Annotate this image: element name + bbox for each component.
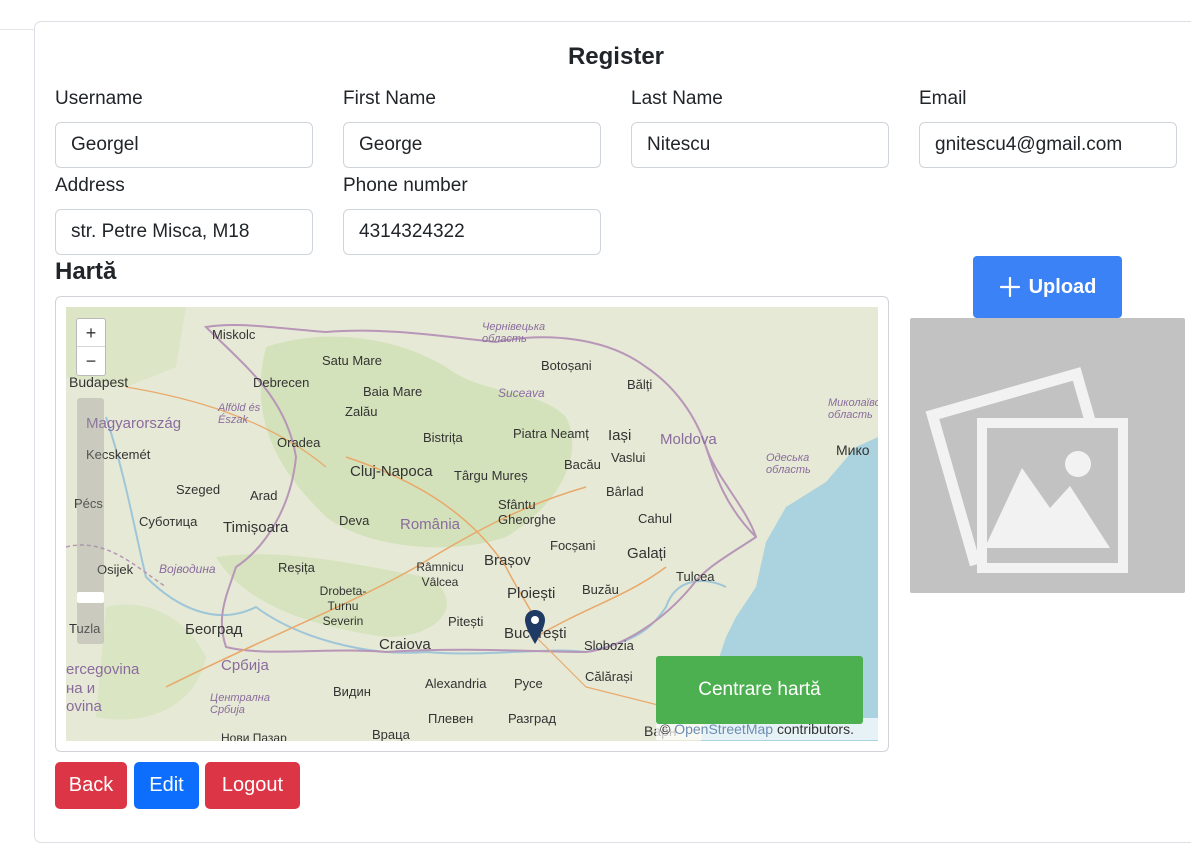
location-marker-icon[interactable]: [524, 609, 546, 645]
map-label-ramnicu-valcea: Râmnicu Vâlcea: [416, 560, 464, 589]
username-label: Username: [55, 88, 143, 109]
map-label-herzegovina: ercegovina: [66, 661, 140, 678]
edit-button[interactable]: Edit: [134, 762, 199, 809]
map-zoom-control: + −: [76, 318, 106, 376]
map-label-chernivtsi: Чернівецька область: [482, 321, 546, 345]
map-heading: Hartă: [55, 258, 117, 285]
first-name-field[interactable]: [343, 122, 601, 168]
map-label-ploiesti: Ploiești: [507, 585, 556, 602]
map-label-odesa: Одеська область: [766, 452, 811, 476]
map-label-calarasi: Călărași: [585, 669, 633, 684]
map-label-cahul: Cahul: [638, 511, 672, 526]
logout-button[interactable]: Logout: [205, 762, 300, 809]
upload-label: Upload: [1028, 275, 1097, 298]
map-label-bacau: Bacău: [564, 457, 601, 472]
map-label-budapest: Budapest: [69, 374, 129, 390]
map-label-iasi: Iași: [608, 427, 632, 444]
map-label-pitesti: Pitești: [448, 614, 484, 629]
map-label-piatra-neamt: Piatra Neamț: [513, 426, 589, 441]
zoom-in-button[interactable]: +: [77, 319, 105, 347]
email-label: Email: [919, 88, 967, 109]
map-label-ruse: Русе: [514, 676, 543, 691]
map-label-na-i: на и: [66, 680, 96, 697]
map-label-arad: Arad: [250, 488, 278, 503]
username-field[interactable]: [55, 122, 313, 168]
map-label-pleven: Плевен: [428, 711, 474, 726]
profile-photo-placeholder: [910, 318, 1185, 593]
zoom-slider-track[interactable]: [77, 398, 104, 644]
map-label-vidin: Видин: [333, 684, 371, 699]
page-divider: [0, 29, 34, 30]
map-label-cluj-napoca: Cluj-Napoca: [350, 463, 433, 480]
map-label-resita: Reșița: [278, 560, 315, 575]
map-label-debrecen: Debrecen: [253, 375, 310, 390]
map-label-botosani: Botoșani: [541, 358, 592, 373]
zoom-slider-handle[interactable]: [77, 592, 104, 603]
map-label-drobeta: Drobeta-Turnu Severin: [319, 584, 367, 628]
last-name-field[interactable]: [631, 122, 889, 168]
map-label-razgrad: Разград: [508, 711, 557, 726]
email-field[interactable]: [919, 122, 1177, 168]
map-label-ovina: ovina: [66, 698, 102, 715]
map-label-sfantu-gheorghe: Sfântu Gheorghe: [498, 497, 556, 527]
map-label-slobozia: Slobozia: [584, 638, 634, 653]
map-label-vratsa: Враца: [372, 727, 410, 741]
plus-icon: [999, 276, 1020, 298]
map-label-vaslui: Vaslui: [611, 450, 646, 465]
map-label-brasov: Brașov: [484, 552, 531, 569]
map-label-deva: Deva: [339, 513, 370, 528]
map-label-suceava: Suceava: [498, 386, 545, 400]
phone-label: Phone number: [343, 175, 468, 196]
map-label-srbija: Србија: [221, 657, 269, 674]
map-label-romania: România: [400, 516, 461, 533]
map-label-oradea: Oradea: [277, 435, 321, 450]
map-label-alfold: Alföld és Észak: [218, 402, 261, 426]
map-label-buzau: Buzău: [582, 582, 619, 597]
map-label-vojvodina: Војводина: [159, 562, 216, 576]
map-label-novi-pazar: Нови Пазар: [221, 731, 287, 741]
map-label-baia-mare: Baia Mare: [363, 384, 423, 399]
map-label-balti: Bălți: [627, 377, 653, 392]
map-label-mykolaiv: Миколаївська область: [828, 397, 878, 421]
map-label-zalau: Zalău: [345, 404, 378, 419]
upload-button[interactable]: Upload: [973, 256, 1122, 318]
center-map-button[interactable]: Centrare hartă: [656, 656, 863, 724]
first-name-label: First Name: [343, 88, 436, 109]
map-label-alexandria: Alexandria: [425, 676, 487, 691]
page-title: Register: [567, 43, 665, 70]
map-label-focsani: Focșani: [550, 538, 596, 553]
map-label-barlad: Bârlad: [606, 484, 644, 499]
phone-field[interactable]: [343, 209, 601, 255]
map-label-targu-mures: Târgu Mureș: [454, 468, 528, 483]
zoom-out-button[interactable]: −: [77, 347, 105, 375]
map-label-timisoara: Timișoara: [223, 519, 289, 536]
map-label-satu-mare: Satu Mare: [322, 353, 382, 368]
last-name-label: Last Name: [631, 88, 723, 109]
image-placeholder-icon: [925, 367, 1128, 573]
back-button[interactable]: Back: [55, 762, 127, 809]
map-label-centralna-srbija: Централна Србија: [210, 692, 270, 716]
map-label-tulcea: Tulcea: [676, 569, 715, 584]
map-label-miskolc: Miskolc: [212, 327, 256, 342]
map-label-beograd: Београд: [185, 621, 243, 638]
map-label-bistrita: Bistrița: [423, 430, 463, 445]
address-label: Address: [55, 175, 125, 196]
map-label-myko: Мико: [836, 442, 870, 458]
map-label-galati: Galați: [627, 545, 667, 562]
address-field[interactable]: [55, 209, 313, 255]
map-label-moldova: Moldova: [660, 431, 717, 448]
map-label-subotica: Суботица: [139, 514, 198, 529]
map-label-craiova: Craiova: [379, 636, 431, 653]
map-label-szeged: Szeged: [176, 482, 221, 497]
